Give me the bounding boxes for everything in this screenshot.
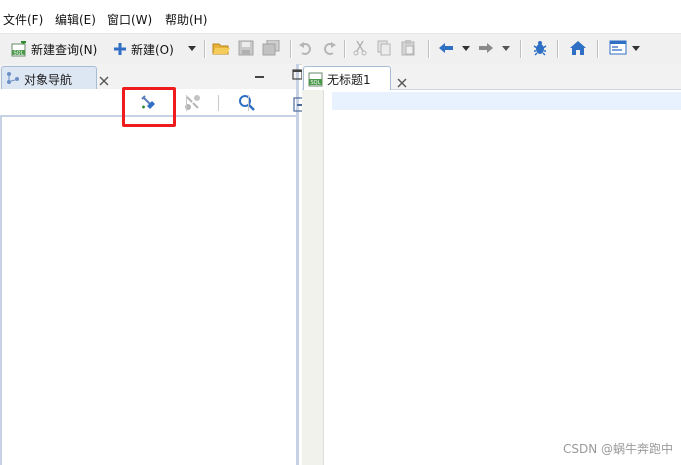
save-all-button[interactable] (262, 39, 280, 59)
toolbar-separator (248, 95, 249, 111)
forward-dropdown-button[interactable] (501, 39, 511, 59)
sql-new-icon: SQL (11, 39, 27, 57)
dropdown-icon (461, 42, 471, 56)
highlight-box (122, 87, 176, 127)
forward-arrow-icon (478, 41, 494, 58)
forward-button[interactable] (478, 39, 494, 59)
copy-icon (376, 40, 392, 59)
window-icon (609, 40, 627, 58)
toolbar-separator (204, 40, 205, 58)
minimize-icon[interactable] (254, 71, 266, 85)
open-button[interactable] (212, 39, 230, 59)
debug-button[interactable] (532, 39, 548, 59)
toolbar-separator (520, 40, 521, 58)
tab-untitled-query[interactable]: SQL 无标题1 (303, 66, 407, 90)
toolbar-separator (290, 40, 291, 58)
menu-help[interactable]: 帮助(H) (165, 11, 207, 28)
close-icon[interactable] (397, 77, 407, 91)
toolbar-separator (428, 40, 429, 58)
home-icon (569, 40, 587, 59)
toolbar-separator (597, 40, 598, 58)
svg-text:SQL: SQL (311, 80, 321, 86)
editor-gutter (302, 90, 324, 465)
redo-icon (321, 40, 337, 59)
window-dropdown-button[interactable] (631, 39, 641, 59)
menu-file[interactable]: 文件(F) (3, 11, 43, 28)
back-button[interactable] (438, 39, 454, 59)
editor-panel: SQL 无标题1 (302, 64, 681, 465)
back-arrow-icon (438, 41, 454, 58)
watermark: CSDN @蜗牛奔跑中 (562, 442, 673, 456)
debug-bug-icon (532, 40, 548, 59)
paste-icon (400, 39, 416, 59)
menu-window[interactable]: 窗口(W) (107, 11, 152, 28)
new-query-label: 新建查询(N) (31, 42, 98, 57)
cut-button[interactable] (352, 39, 368, 59)
back-dropdown-button[interactable] (461, 39, 471, 59)
toolbar-separator (186, 95, 187, 111)
sql-file-icon: SQL (308, 71, 324, 90)
redo-button[interactable] (321, 39, 337, 59)
new-query-button[interactable]: SQL 新建查询(N) (11, 39, 97, 59)
editor-tab-bar: SQL 无标题1 (302, 64, 681, 90)
sql-editor-area[interactable] (324, 90, 681, 465)
tab-object-navigator[interactable]: 对象导航 (1, 66, 109, 89)
new-button[interactable]: 新建(O) (113, 39, 174, 59)
undo-button[interactable] (298, 39, 314, 59)
menu-bar: 文件(F) 编辑(E) 窗口(W) 帮助(H) (0, 8, 681, 30)
paste-button[interactable] (400, 39, 416, 59)
object-tree-area[interactable] (2, 117, 296, 465)
save-all-icon (262, 39, 280, 59)
cut-icon (352, 40, 368, 59)
toolbar-separator (557, 40, 558, 58)
new-dropdown-button[interactable] (187, 39, 197, 59)
dropdown-icon (187, 42, 197, 56)
tab-untitled-label: 无标题1 (327, 73, 371, 87)
home-button[interactable] (569, 39, 587, 59)
dropdown-icon (501, 42, 511, 56)
tab-object-navigator-label: 对象导航 (24, 73, 73, 87)
folder-open-icon (212, 40, 230, 59)
close-icon[interactable] (99, 75, 109, 89)
window-button[interactable] (609, 39, 627, 59)
undo-icon (298, 40, 314, 59)
navigator-icon (6, 71, 20, 88)
copy-button[interactable] (376, 39, 392, 59)
main-toolbar: SQL 新建查询(N) 新建(O) (0, 33, 681, 65)
save-icon (238, 40, 254, 59)
search-icon[interactable] (238, 94, 256, 114)
toolbar-separator (218, 95, 219, 111)
dropdown-icon (631, 42, 641, 56)
toolbar-separator (344, 40, 345, 58)
svg-text:SQL: SQL (14, 51, 24, 57)
menu-edit[interactable]: 编辑(E) (55, 11, 96, 28)
plus-icon (113, 42, 127, 56)
new-label: 新建(O) (131, 42, 174, 57)
save-button[interactable] (238, 39, 254, 59)
title-bar (0, 0, 681, 6)
